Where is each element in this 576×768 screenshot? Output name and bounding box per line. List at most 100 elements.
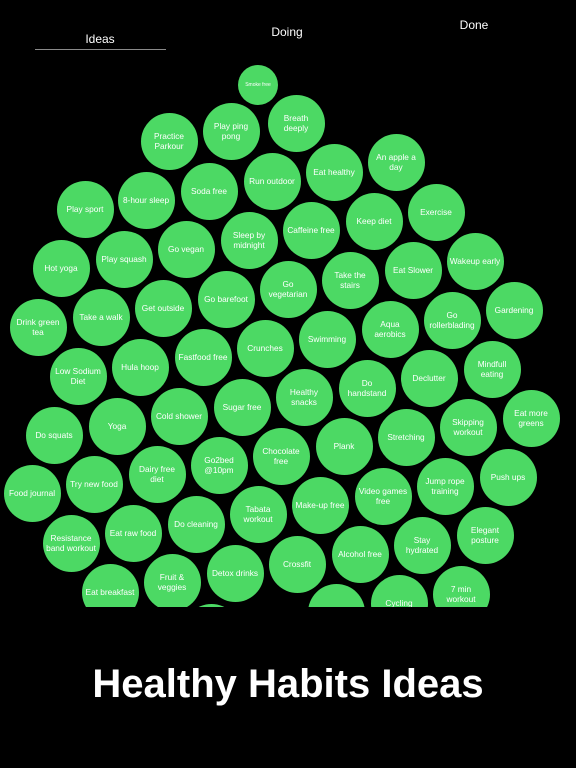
idea-bubble[interactable]: Cycling [370,574,428,607]
idea-bubble-label: Go vegetarian [268,279,308,299]
idea-bubble[interactable]: Get outside [134,279,192,337]
idea-bubble-label: Smoke free [245,82,271,88]
idea-bubble[interactable]: 8-hour sleep [117,171,175,229]
idea-bubble-label: Play sport [66,204,104,214]
idea-bubble[interactable]: Sugar free [213,378,271,436]
idea-bubble[interactable]: Soda free [180,162,238,220]
idea-bubble-label: Low Sodium Diet [55,366,101,386]
tab-ideas[interactable]: Ideas [85,32,114,46]
idea-bubble[interactable]: Crossfit [268,535,326,593]
idea-bubble[interactable] [307,583,365,607]
idea-bubble[interactable]: Go2bed @10pm [190,436,248,494]
idea-bubble[interactable]: Play ping pong [202,102,260,160]
idea-bubble[interactable]: Cold shower [150,387,208,445]
idea-bubble[interactable]: Fastfood free [174,328,232,386]
page-title: Healthy Habits Ideas [92,662,484,706]
idea-bubble-label: Take a walk [79,312,123,322]
idea-bubble-label: Elegant posture [470,525,500,545]
idea-bubble-label: Eat healthy [313,167,355,177]
idea-bubble[interactable]: Eat breakfast [81,563,139,607]
idea-bubble-label: Play squash [101,254,147,264]
idea-bubble[interactable]: Chocolate free [252,427,310,485]
idea-bubble[interactable]: Sleep by midnight [220,211,278,269]
idea-bubble[interactable]: Run outdoor [243,152,301,210]
idea-bubble[interactable]: Aqua aerobics [361,300,419,358]
idea-bubble-label: Swimming [307,334,347,344]
idea-bubble[interactable]: Smoke free [238,65,278,105]
idea-bubble[interactable]: Push ups [479,448,537,506]
idea-bubble[interactable]: Do handstand [338,359,396,417]
idea-bubble-label: Declutter [412,373,446,383]
idea-bubble-label: Food journal [8,488,56,498]
idea-bubble[interactable]: Jump rope training [416,457,474,515]
idea-bubble-label: Exercise [420,207,452,217]
idea-bubble[interactable]: Tabata workout [229,485,287,543]
idea-bubble-label: Go2bed @10pm [204,455,234,475]
idea-bubble[interactable]: 7 min workout [432,565,490,607]
idea-bubble[interactable]: Swimming [298,310,356,368]
idea-bubble[interactable]: Make-up free [291,476,349,534]
idea-bubble[interactable]: Declutter [400,349,458,407]
idea-bubble[interactable]: Go barefoot [197,270,255,328]
idea-bubble[interactable]: Hula hoop [111,338,169,396]
idea-bubble[interactable]: Yoga [88,397,146,455]
idea-bubble[interactable]: Stay hydrated [393,516,451,574]
idea-bubble-label: Stay hydrated [405,535,439,555]
idea-bubble-label: Do handstand [347,378,387,398]
idea-bubble[interactable]: Resistance band workout [42,514,100,572]
idea-bubble-label: Go barefoot [204,294,248,304]
idea-bubble[interactable]: Go rollerblading [423,291,481,349]
idea-bubble[interactable]: Caffeine free [282,201,340,259]
idea-bubble[interactable]: Gardening [485,281,543,339]
idea-bubble[interactable]: Keep diet [345,192,403,250]
idea-bubble[interactable]: Video games free [354,467,412,525]
idea-bubble[interactable]: Eat raw food [104,504,162,562]
idea-bubble-label: Wakeup early [449,256,501,266]
idea-bubble-label: Practice Parkour [154,131,184,151]
idea-bubble-label: Cycling [385,598,413,607]
idea-bubble-label: Chocolate free [262,446,300,466]
idea-bubble[interactable]: Skipping workout [439,398,497,456]
idea-bubble[interactable]: Stretching [377,408,435,466]
idea-bubble[interactable]: Go vegan [157,220,215,278]
idea-bubble[interactable]: Low Sodium Diet [49,347,107,405]
idea-bubble[interactable]: Drink green tea [9,298,67,356]
idea-bubble-label: Video games free [358,486,408,506]
idea-bubble-label: Alcohol free [338,549,382,559]
idea-bubble[interactable]: Go vegetarian [259,260,317,318]
idea-bubble[interactable]: Crunches [236,319,294,377]
idea-bubble[interactable]: Practice Parkour [140,112,198,170]
idea-bubble[interactable]: Healthy snacks [275,368,333,426]
idea-bubble[interactable]: Mindfull eating [463,340,521,398]
tab-done[interactable]: Done [460,18,489,32]
idea-bubble-label: Push ups [490,472,526,482]
idea-bubble[interactable]: Dairy free diet [128,445,186,503]
idea-bubble[interactable]: Eat Slower [384,241,442,299]
idea-bubble[interactable]: Eat healthy [305,143,363,201]
idea-bubble[interactable]: Elegant posture [456,506,514,564]
idea-bubble-label: Crunches [247,343,283,353]
idea-bubble[interactable]: An apple a day [367,133,425,191]
idea-bubble[interactable]: Do squats [25,406,83,464]
idea-bubble[interactable]: Breath deeply [267,94,325,152]
idea-bubble[interactable]: Food journal [3,464,61,522]
idea-bubble[interactable]: Take the stairs [321,251,379,309]
idea-bubble[interactable]: Try new food [65,455,123,513]
idea-bubble[interactable]: Take a walk [72,288,130,346]
idea-bubble[interactable]: Fruit & veggies [143,553,201,607]
idea-bubble-label: Detox drinks [211,568,259,578]
ideas-bubble-board[interactable]: Smoke free Practice Parkour Play ping pong… [0,60,576,607]
idea-bubble-label: Sleep by midnight [232,230,266,250]
idea-bubble[interactable]: Play sport [56,180,114,238]
idea-bubble[interactable]: Play squash [95,230,153,288]
idea-bubble[interactable]: Detox drinks [206,544,264,602]
idea-bubble[interactable]: Do cleaning [167,495,225,553]
idea-bubble[interactable]: Alcohol free [331,525,389,583]
idea-bubble[interactable]: Plank [315,417,373,475]
tab-doing[interactable]: Doing [271,25,302,39]
idea-bubble[interactable]: Eat more greens [502,389,560,447]
idea-bubble[interactable]: Exercise [407,183,465,241]
idea-bubble[interactable]: Hot yoga [32,239,90,297]
idea-bubble[interactable]: Wakeup early [446,232,504,290]
idea-bubble-label: An apple a day [376,152,416,172]
